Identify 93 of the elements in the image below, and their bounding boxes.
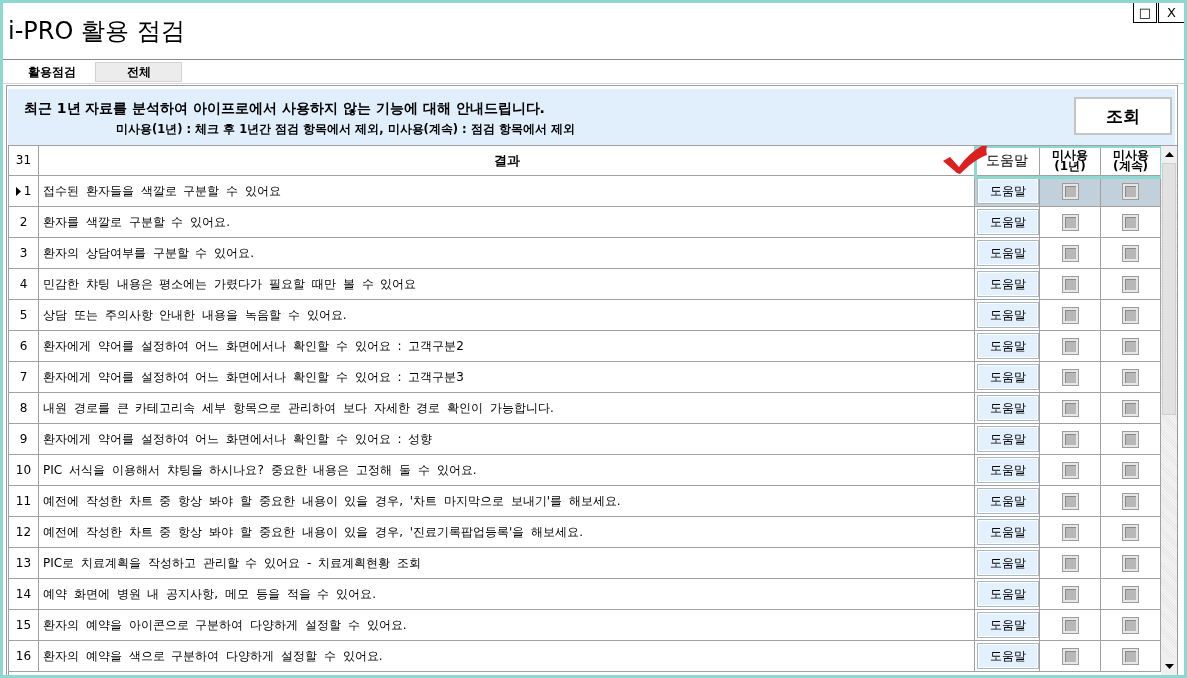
checkbox[interactable] — [1062, 400, 1078, 416]
checkbox[interactable] — [1123, 586, 1138, 602]
triangle-down-icon — [1164, 664, 1174, 669]
checkbox[interactable] — [1123, 183, 1138, 199]
table-cell: 환자의 상담여부를 구분할 수 있어요. — [39, 238, 975, 269]
help-button[interactable]: 도움말 — [977, 519, 1039, 545]
checkbox[interactable] — [1062, 431, 1078, 447]
table-cell: 민감한 챠팅 내용은 평소에는 가렸다가 필요할 때만 볼 수 있어요 — [39, 269, 975, 300]
row-number: 1 — [23, 184, 32, 198]
table-cell: 예전에 작성한 차트 중 항상 봐야 할 중요한 내용이 있을 경우, '진료기록팝업등록'을 해보세요. — [39, 517, 975, 548]
checkbox[interactable] — [1062, 555, 1078, 571]
table-cell: PIC로 치료계획을 작성하고 관리할 수 있어요 - 치료계획현황 조회 — [39, 548, 975, 579]
row-number: 14 — [15, 587, 32, 601]
row-number: 11 — [15, 494, 32, 508]
checkbox[interactable] — [1123, 369, 1138, 385]
row-number: 10 — [15, 463, 32, 477]
query-button[interactable]: 조회 — [1074, 97, 1172, 135]
checkbox[interactable] — [1123, 493, 1138, 509]
checkbox[interactable] — [1123, 431, 1138, 447]
table-cell: 상담 또는 주의사항 안내한 내용을 녹음할 수 있어요. — [39, 300, 975, 331]
notice-note: 미사용(1년) : 체크 후 1년간 점검 항목에서 제외, 미사용(계속) : 점검 항목에서 제외 — [116, 121, 575, 137]
row-number: 13 — [15, 556, 32, 570]
checkbox[interactable] — [1062, 369, 1078, 385]
checkbox[interactable] — [1123, 276, 1138, 292]
table-cell: 환자에게 약어를 설정하여 어느 화면에서나 확인할 수 있어요 : 고객구분3 — [39, 362, 975, 393]
checkbox[interactable] — [1062, 183, 1078, 199]
checkbox[interactable] — [1062, 276, 1078, 292]
triangle-up-icon — [1164, 152, 1174, 157]
notice-heading: 최근 1년 자료를 분석하여 아이프로에서 사용하지 않는 기능에 대해 안내드립니다. — [24, 99, 546, 118]
row-number: 15 — [15, 618, 32, 632]
row-count: 31 — [9, 146, 39, 176]
help-button[interactable]: 도움말 — [977, 457, 1039, 483]
help-button[interactable]: 도움말 — [977, 178, 1039, 204]
row-number: 12 — [15, 525, 32, 539]
checkbox[interactable] — [1123, 245, 1138, 261]
help-button[interactable]: 도움말 — [977, 302, 1039, 328]
table-cell: 예약 화면에 병원 내 공지사항, 메모 등을 적을 수 있어요. — [39, 579, 975, 610]
row-number: 3 — [19, 246, 28, 260]
table-cell: PIC 서식을 이용해서 챠팅을 하시나요? 중요한 내용은 고정해 둘 수 있어요. — [39, 455, 975, 486]
help-button[interactable]: 도움말 — [977, 333, 1039, 359]
checkbox[interactable] — [1123, 338, 1138, 354]
row-number: 16 — [15, 649, 32, 663]
close-button[interactable]: X — [1158, 3, 1184, 23]
table-cell: 환자에게 약어를 설정하여 어느 화면에서나 확인할 수 있어요 : 성향 — [39, 424, 975, 455]
help-button[interactable]: 도움말 — [977, 550, 1039, 576]
row-number: 7 — [19, 370, 28, 384]
checkbox[interactable] — [1062, 524, 1078, 540]
help-button[interactable]: 도움말 — [977, 271, 1039, 297]
column-header: 미사용 (1년) — [1040, 146, 1101, 176]
window-title: i-PRO 활용 점검 — [8, 16, 185, 46]
row-number: 8 — [19, 401, 28, 415]
table-cell: 내원 경로를 큰 카테고리속 세부 항목으로 관리하여 보다 자세한 경로 확인이 가능합니다. — [39, 393, 975, 424]
help-button[interactable]: 도움말 — [977, 240, 1039, 266]
help-button[interactable]: 도움말 — [977, 209, 1039, 235]
row-number: 5 — [19, 308, 28, 322]
checkbox[interactable] — [1123, 524, 1138, 540]
help-button[interactable]: 도움말 — [977, 581, 1039, 607]
checkbox[interactable] — [1123, 617, 1138, 633]
table-cell: 접수된 환자들을 색깔로 구분할 수 있어요 — [39, 176, 975, 207]
checkbox[interactable] — [1062, 493, 1078, 509]
checkbox[interactable] — [1062, 462, 1078, 478]
help-button[interactable]: 도움말 — [977, 643, 1039, 669]
checkbox[interactable] — [1123, 555, 1138, 571]
help-button[interactable]: 도움말 — [977, 395, 1039, 421]
checkbox[interactable] — [1062, 214, 1078, 230]
maximize-button[interactable]: □ — [1133, 3, 1157, 23]
row-number: 9 — [19, 432, 28, 446]
checkbox[interactable] — [1123, 648, 1138, 664]
checkbox[interactable] — [1062, 648, 1078, 664]
help-button[interactable]: 도움말 — [977, 364, 1039, 390]
checkbox[interactable] — [1062, 586, 1078, 602]
checkbox[interactable] — [1062, 307, 1078, 323]
checkbox[interactable] — [1123, 400, 1138, 416]
checkbox[interactable] — [1123, 307, 1138, 323]
checkbox[interactable] — [1123, 462, 1138, 478]
row-number: 4 — [19, 277, 28, 291]
table-cell: 예전에 작성한 차트 중 항상 봐야 할 중요한 내용이 있을 경우, '차트 마지막으로 보내기'를 해보세요. — [39, 486, 975, 517]
table-cell: 환자의 예약을 아이콘으로 구분하여 다양하게 설정할 수 있어요. — [39, 610, 975, 641]
row-number: 2 — [19, 215, 28, 229]
help-button[interactable]: 도움말 — [977, 426, 1039, 452]
table-cell: 환자에게 약어를 설정하여 어느 화면에서나 확인할 수 있어요 : 고객구분2 — [39, 331, 975, 362]
scrollbar-thumb[interactable] — [1162, 163, 1176, 415]
table-cell: 환자의 예약을 색으로 구분하여 다양하게 설정할 수 있어요. — [39, 641, 975, 672]
checkbox[interactable] — [1123, 214, 1138, 230]
tab[interactable]: 전체 — [95, 62, 182, 82]
row-number: 6 — [19, 339, 28, 353]
help-button[interactable]: 도움말 — [977, 612, 1039, 638]
checkbox[interactable] — [1062, 338, 1078, 354]
checkbox[interactable] — [1062, 245, 1078, 261]
table-cell: 환자를 색깔로 구분할 수 있어요. — [39, 207, 975, 238]
checkbox[interactable] — [1062, 617, 1078, 633]
help-button[interactable]: 도움말 — [977, 488, 1039, 514]
current-row-pointer-icon — [15, 186, 21, 196]
